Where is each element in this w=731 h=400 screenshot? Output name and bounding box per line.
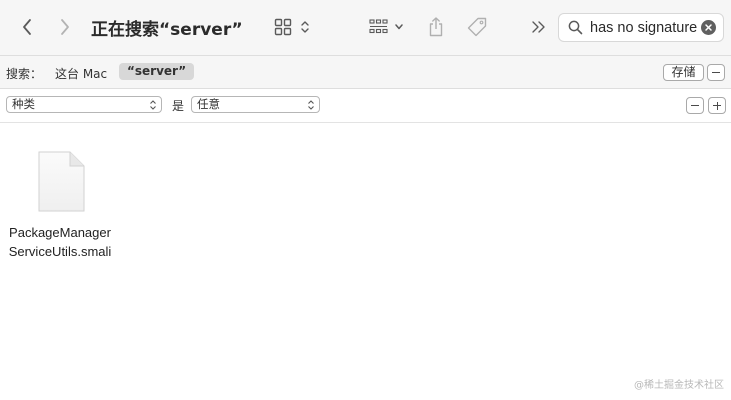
document-icon: [38, 151, 85, 212]
file-name-line1: PackageManager: [9, 225, 111, 240]
scope-this-mac[interactable]: 这台 Mac: [55, 65, 107, 82]
operator-label: 是: [172, 99, 185, 113]
toolbar: 正在搜索“server”: [0, 0, 731, 56]
search-input[interactable]: [590, 19, 706, 37]
scope-label: 搜索：: [6, 67, 43, 81]
back-button[interactable]: [16, 16, 38, 38]
close-icon: [705, 24, 712, 31]
search-field[interactable]: [558, 13, 724, 42]
value-popup[interactable]: 任意: [191, 96, 320, 113]
double-chevron-right-icon: [532, 21, 545, 33]
view-mode-button[interactable]: [270, 16, 314, 38]
add-criteria-button[interactable]: [708, 97, 726, 114]
forward-button[interactable]: [54, 16, 76, 38]
tag-button[interactable]: [464, 15, 490, 39]
remove-search-button[interactable]: [707, 64, 725, 81]
group-icon: [369, 19, 388, 34]
updown-chevron-icon: [301, 21, 309, 33]
file-name: PackageManager ServiceUtils.smali: [2, 223, 118, 261]
chevron-left-icon: [23, 19, 31, 35]
search-icon: [568, 20, 583, 35]
criteria-value: 任意: [197, 97, 220, 111]
share-button[interactable]: [424, 14, 448, 40]
attribute-value: 种类: [12, 97, 35, 111]
updown-chevron-icon: [150, 100, 156, 110]
tag-icon: [467, 17, 487, 37]
watermark: @稀土掘金技术社区: [634, 380, 724, 391]
chevron-down-icon: [395, 24, 403, 30]
file-name-line2: ServiceUtils.smali: [8, 244, 112, 259]
attribute-popup[interactable]: 种类: [6, 96, 162, 113]
more-toolbar-button[interactable]: [528, 16, 550, 38]
scope-current-folder[interactable]: “server”: [119, 63, 195, 80]
search-criteria-row: 种类 是 任意: [0, 89, 731, 123]
grid-view-icon: [274, 18, 292, 36]
updown-chevron-icon: [308, 100, 314, 110]
window-title: 正在搜索“server”: [91, 20, 243, 40]
clear-search-button[interactable]: [701, 20, 716, 35]
group-button[interactable]: [364, 16, 408, 38]
search-scope-bar: 搜索： 这台 Mac “server” 存储: [0, 56, 731, 89]
chevron-right-icon: [61, 19, 69, 35]
remove-criteria-button[interactable]: [686, 97, 704, 114]
file-item[interactable]: PackageManager ServiceUtils.smali: [2, 150, 118, 260]
save-search-button[interactable]: 存储: [663, 64, 704, 81]
share-icon: [429, 17, 443, 37]
